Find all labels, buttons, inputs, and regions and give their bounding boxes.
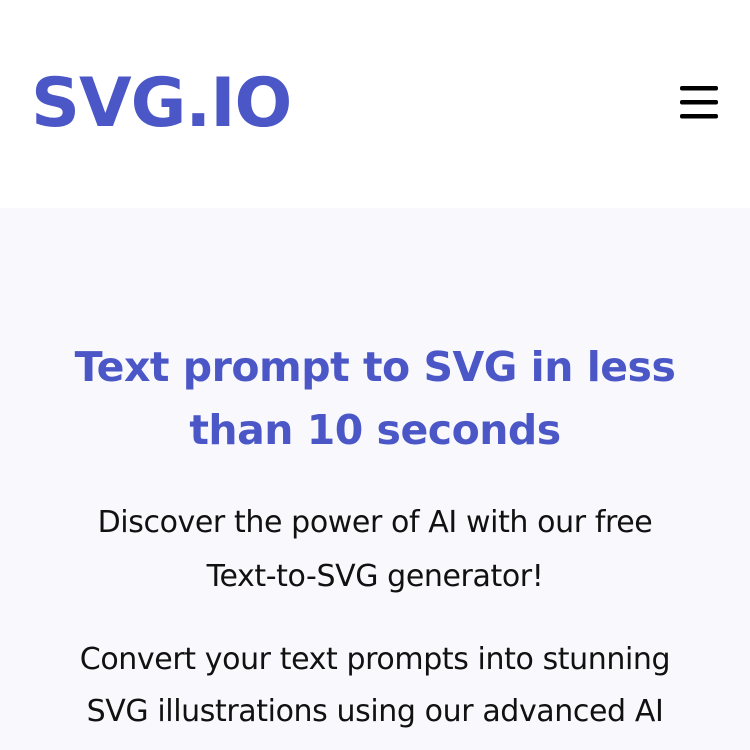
hero-description: Convert your text prompts into stunning … bbox=[20, 634, 730, 738]
hero-description-line: Convert your text prompts into stunning bbox=[79, 642, 671, 677]
hero-subtitle: Discover the power of AI with our free T… bbox=[20, 496, 730, 604]
site-header: SVG.IO bbox=[0, 0, 750, 208]
logo[interactable]: SVG.IO bbox=[31, 64, 292, 144]
hero-subtitle-line: Discover the power of AI with our free bbox=[97, 505, 653, 540]
hero-title: Text prompt to SVG in less than 10 secon… bbox=[20, 336, 730, 462]
hero-title-line: than 10 seconds bbox=[189, 406, 561, 454]
hero-description-line: SVG illustrations using our advanced AI bbox=[86, 694, 664, 729]
hero-section: Text prompt to SVG in less than 10 secon… bbox=[0, 208, 750, 750]
hero-subtitle-line: Text-to-SVG generator! bbox=[206, 559, 544, 594]
hero-title-line: Text prompt to SVG in less bbox=[74, 343, 676, 391]
menu-button[interactable] bbox=[676, 80, 722, 124]
hamburger-menu-icon bbox=[680, 86, 718, 119]
